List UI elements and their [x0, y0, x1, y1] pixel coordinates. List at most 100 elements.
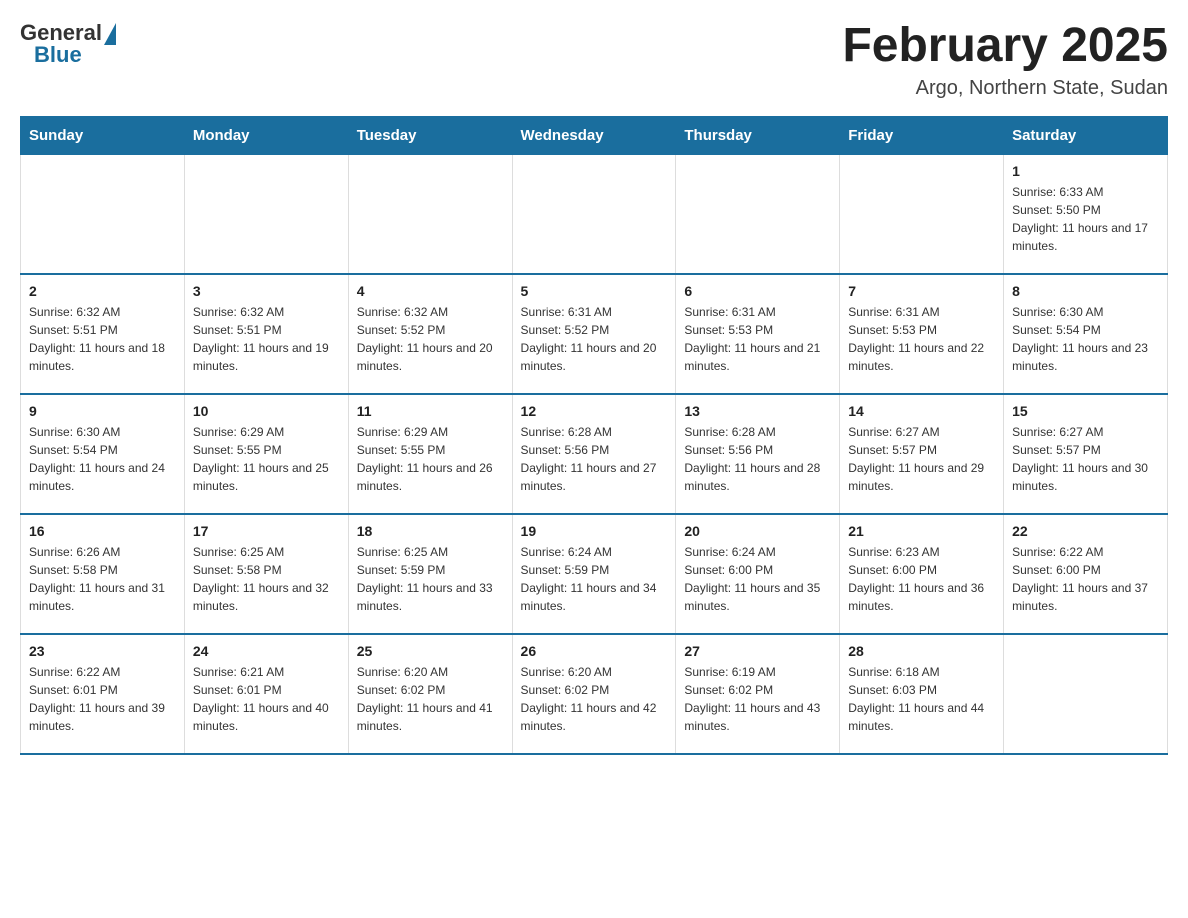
calendar-header-sunday: Sunday [21, 116, 185, 154]
day-number: 3 [193, 283, 340, 299]
day-info: Sunrise: 6:29 AMSunset: 5:55 PMDaylight:… [193, 423, 340, 495]
calendar-cell: 20 Sunrise: 6:24 AMSunset: 6:00 PMDayligh… [676, 514, 840, 634]
day-info: Sunrise: 6:27 AMSunset: 5:57 PMDaylight:… [1012, 423, 1159, 495]
day-info: Sunrise: 6:25 AMSunset: 5:59 PMDaylight:… [357, 543, 504, 615]
day-info: Sunrise: 6:20 AMSunset: 6:02 PMDaylight:… [357, 663, 504, 735]
calendar-header-wednesday: Wednesday [512, 116, 676, 154]
calendar-cell: 4 Sunrise: 6:32 AMSunset: 5:52 PMDaylight… [348, 274, 512, 394]
day-number: 2 [29, 283, 176, 299]
day-number: 15 [1012, 403, 1159, 419]
day-number: 4 [357, 283, 504, 299]
day-info: Sunrise: 6:31 AMSunset: 5:52 PMDaylight:… [521, 303, 668, 375]
day-number: 26 [521, 643, 668, 659]
day-number: 10 [193, 403, 340, 419]
day-number: 22 [1012, 523, 1159, 539]
day-number: 1 [1012, 163, 1159, 179]
calendar-cell: 7 Sunrise: 6:31 AMSunset: 5:53 PMDaylight… [840, 274, 1004, 394]
calendar-cell: 11Sunrise: 6:29 AMSunset: 5:55 PMDayligh… [348, 394, 512, 514]
day-number: 14 [848, 403, 995, 419]
calendar-header-saturday: Saturday [1004, 116, 1168, 154]
calendar-cell: 18 Sunrise: 6:25 AMSunset: 5:59 PMDayligh… [348, 514, 512, 634]
day-number: 8 [1012, 283, 1159, 299]
day-info: Sunrise: 6:26 AMSunset: 5:58 PMDaylight:… [29, 543, 176, 615]
calendar-cell: 2 Sunrise: 6:32 AMSunset: 5:51 PMDaylight… [21, 274, 185, 394]
calendar-cell: 23 Sunrise: 6:22 AMSunset: 6:01 PMDayligh… [21, 634, 185, 754]
day-info: Sunrise: 6:23 AMSunset: 6:00 PMDaylight:… [848, 543, 995, 615]
calendar-cell: 25 Sunrise: 6:20 AMSunset: 6:02 PMDayligh… [348, 634, 512, 754]
day-info: Sunrise: 6:21 AMSunset: 6:01 PMDaylight:… [193, 663, 340, 735]
calendar-cell [348, 154, 512, 274]
calendar-header-friday: Friday [840, 116, 1004, 154]
calendar-cell: 27 Sunrise: 6:19 AMSunset: 6:02 PMDayligh… [676, 634, 840, 754]
day-number: 24 [193, 643, 340, 659]
calendar-cell: 12Sunrise: 6:28 AMSunset: 5:56 PMDayligh… [512, 394, 676, 514]
calendar-cell: 26 Sunrise: 6:20 AMSunset: 6:02 PMDayligh… [512, 634, 676, 754]
day-info: Sunrise: 6:32 AMSunset: 5:52 PMDaylight:… [357, 303, 504, 375]
calendar-cell [184, 154, 348, 274]
calendar-cell: 28 Sunrise: 6:18 AMSunset: 6:03 PMDayligh… [840, 634, 1004, 754]
calendar-cell: 1 Sunrise: 6:33 AMSunset: 5:50 PMDaylight… [1004, 154, 1168, 274]
calendar-cell: 5 Sunrise: 6:31 AMSunset: 5:52 PMDaylight… [512, 274, 676, 394]
day-info: Sunrise: 6:28 AMSunset: 5:56 PMDaylight:… [521, 423, 668, 495]
calendar-week-row: 23 Sunrise: 6:22 AMSunset: 6:01 PMDayligh… [21, 634, 1168, 754]
day-number: 23 [29, 643, 176, 659]
day-info: Sunrise: 6:32 AMSunset: 5:51 PMDaylight:… [29, 303, 176, 375]
day-info: Sunrise: 6:24 AMSunset: 5:59 PMDaylight:… [521, 543, 668, 615]
day-info: Sunrise: 6:30 AMSunset: 5:54 PMDaylight:… [1012, 303, 1159, 375]
day-number: 7 [848, 283, 995, 299]
logo-blue-text: Blue [34, 42, 82, 68]
calendar-cell [21, 154, 185, 274]
calendar-cell [840, 154, 1004, 274]
day-number: 9 [29, 403, 176, 419]
day-number: 17 [193, 523, 340, 539]
day-info: Sunrise: 6:30 AMSunset: 5:54 PMDaylight:… [29, 423, 176, 495]
day-info: Sunrise: 6:22 AMSunset: 6:00 PMDaylight:… [1012, 543, 1159, 615]
calendar-cell: 16Sunrise: 6:26 AMSunset: 5:58 PMDayligh… [21, 514, 185, 634]
calendar-cell: 10 Sunrise: 6:29 AMSunset: 5:55 PMDayligh… [184, 394, 348, 514]
day-number: 18 [357, 523, 504, 539]
day-info: Sunrise: 6:29 AMSunset: 5:55 PMDaylight:… [357, 423, 504, 495]
month-title: February 2025 [842, 20, 1168, 73]
day-info: Sunrise: 6:18 AMSunset: 6:03 PMDaylight:… [848, 663, 995, 735]
day-number: 5 [521, 283, 668, 299]
day-number: 21 [848, 523, 995, 539]
calendar-week-row: 1 Sunrise: 6:33 AMSunset: 5:50 PMDaylight… [21, 154, 1168, 274]
day-number: 25 [357, 643, 504, 659]
logo-triangle-icon [104, 23, 116, 45]
calendar-cell: 8 Sunrise: 6:30 AMSunset: 5:54 PMDaylight… [1004, 274, 1168, 394]
calendar-week-row: 16Sunrise: 6:26 AMSunset: 5:58 PMDayligh… [21, 514, 1168, 634]
calendar-cell: 17Sunrise: 6:25 AMSunset: 5:58 PMDayligh… [184, 514, 348, 634]
calendar-header-thursday: Thursday [676, 116, 840, 154]
calendar-cell: 14 Sunrise: 6:27 AMSunset: 5:57 PMDayligh… [840, 394, 1004, 514]
calendar-cell: 21 Sunrise: 6:23 AMSunset: 6:00 PMDayligh… [840, 514, 1004, 634]
day-number: 19 [521, 523, 668, 539]
day-info: Sunrise: 6:19 AMSunset: 6:02 PMDaylight:… [684, 663, 831, 735]
calendar-cell: 9 Sunrise: 6:30 AMSunset: 5:54 PMDaylight… [21, 394, 185, 514]
calendar-week-row: 2 Sunrise: 6:32 AMSunset: 5:51 PMDaylight… [21, 274, 1168, 394]
logo: General Blue [20, 20, 116, 68]
day-number: 6 [684, 283, 831, 299]
calendar-cell [1004, 634, 1168, 754]
calendar-header-tuesday: Tuesday [348, 116, 512, 154]
day-info: Sunrise: 6:20 AMSunset: 6:02 PMDaylight:… [521, 663, 668, 735]
day-info: Sunrise: 6:24 AMSunset: 6:00 PMDaylight:… [684, 543, 831, 615]
title-area: February 2025 Argo, Northern State, Suda… [842, 20, 1168, 100]
day-info: Sunrise: 6:28 AMSunset: 5:56 PMDaylight:… [684, 423, 831, 495]
day-number: 27 [684, 643, 831, 659]
calendar-week-row: 9 Sunrise: 6:30 AMSunset: 5:54 PMDaylight… [21, 394, 1168, 514]
calendar-cell [676, 154, 840, 274]
day-number: 20 [684, 523, 831, 539]
day-info: Sunrise: 6:33 AMSunset: 5:50 PMDaylight:… [1012, 183, 1159, 255]
calendar-table: SundayMondayTuesdayWednesdayThursdayFrid… [20, 116, 1168, 756]
day-number: 13 [684, 403, 831, 419]
calendar-header-monday: Monday [184, 116, 348, 154]
calendar-cell: 19 Sunrise: 6:24 AMSunset: 5:59 PMDayligh… [512, 514, 676, 634]
calendar-cell: 15 Sunrise: 6:27 AMSunset: 5:57 PMDayligh… [1004, 394, 1168, 514]
calendar-cell [512, 154, 676, 274]
day-number: 28 [848, 643, 995, 659]
calendar-cell: 6Sunrise: 6:31 AMSunset: 5:53 PMDaylight… [676, 274, 840, 394]
calendar-cell: 13 Sunrise: 6:28 AMSunset: 5:56 PMDayligh… [676, 394, 840, 514]
day-info: Sunrise: 6:31 AMSunset: 5:53 PMDaylight:… [848, 303, 995, 375]
day-info: Sunrise: 6:27 AMSunset: 5:57 PMDaylight:… [848, 423, 995, 495]
day-info: Sunrise: 6:22 AMSunset: 6:01 PMDaylight:… [29, 663, 176, 735]
